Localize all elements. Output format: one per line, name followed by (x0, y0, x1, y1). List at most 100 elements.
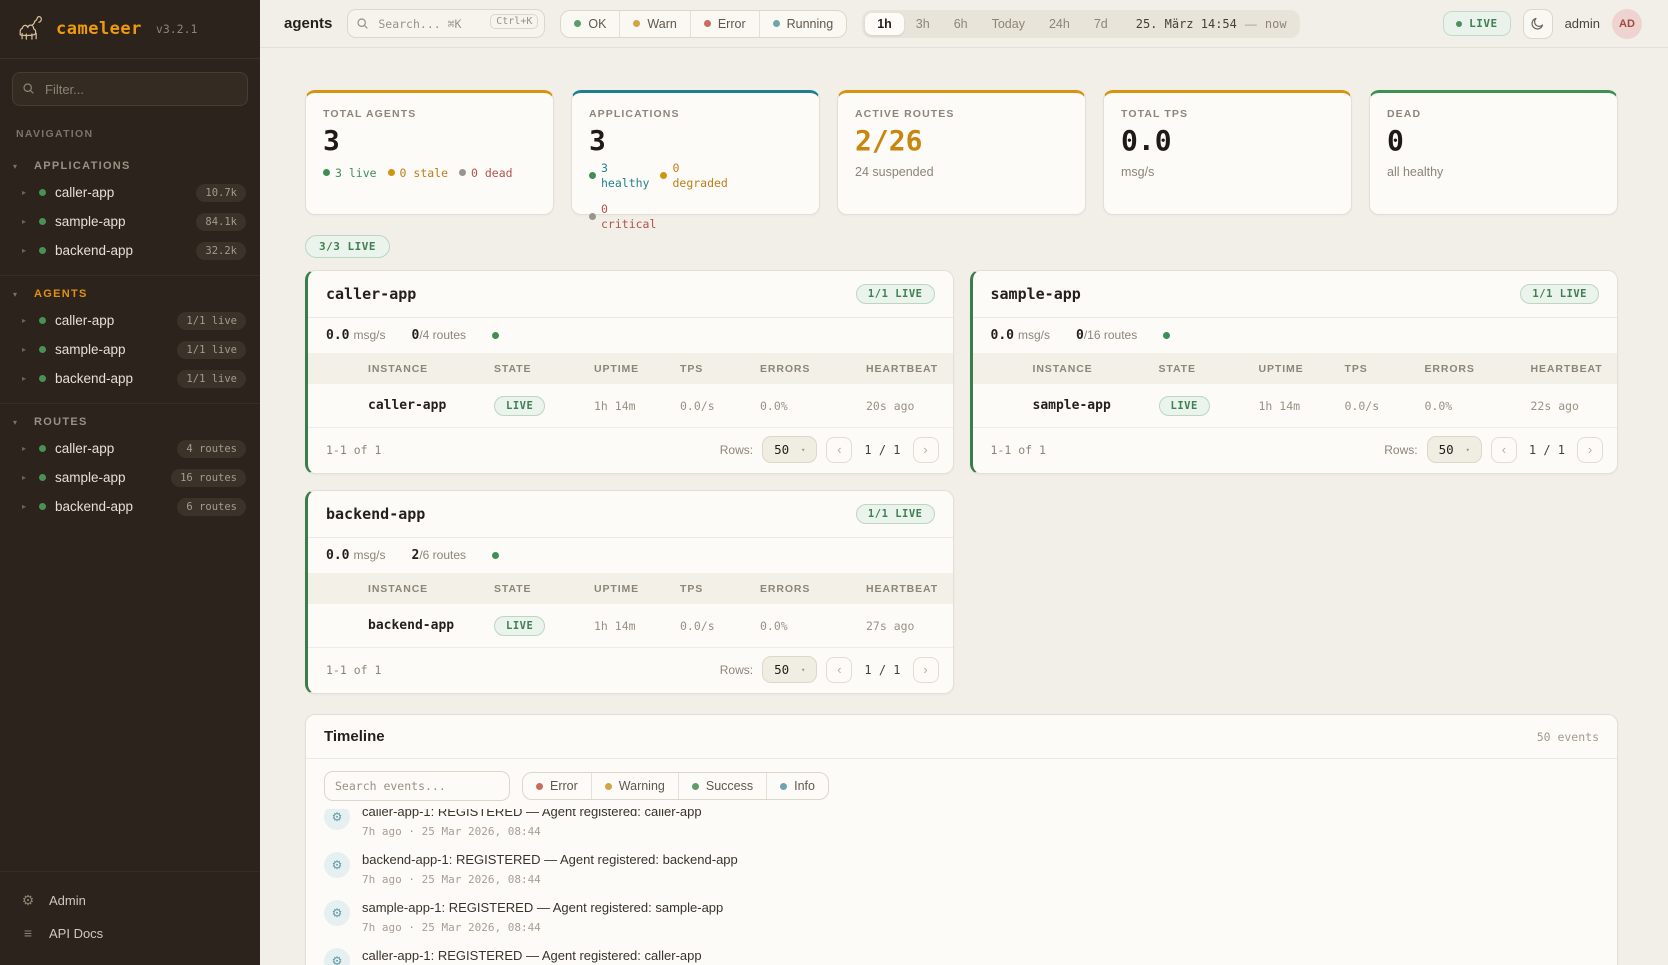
table-footer: 1-1 of 1 Rows: 50▾ ‹ 1 / 1 › (308, 428, 953, 473)
item-label: sample-app (55, 214, 126, 229)
next-page-button[interactable]: › (913, 437, 939, 463)
running-dot (773, 20, 780, 27)
section-header-routes[interactable]: ▾ ROUTES (0, 410, 260, 434)
timeline-filter-success[interactable]: Success (678, 773, 766, 799)
sidebar-item-applications-backend-app[interactable]: ▸ backend-app 32.2k (0, 236, 260, 265)
section-agents: ▾ AGENTS ▸ caller-app 1/1 live ▸ sample-… (0, 276, 260, 404)
stats-row: TOTAL AGENTS 3 3 live 0 stale 0 dead APP… (305, 90, 1618, 215)
row-range: 1-1 of 1 (991, 443, 1046, 457)
meta-critical: 0critical (589, 202, 656, 232)
stat-card-active-routes: ACTIVE ROUTES 2/26 24 suspended (837, 90, 1086, 215)
section-header-agents[interactable]: ▾ AGENTS (0, 282, 260, 306)
section-header-applications[interactable]: ▾ APPLICATIONS (0, 154, 260, 178)
status-dot (39, 503, 46, 510)
live-status-badge: LIVE (1443, 11, 1511, 36)
next-page-button[interactable]: › (1577, 437, 1603, 463)
app-live-badge: 1/1 LIVE (856, 504, 935, 524)
item-badge: 1/1 live (177, 370, 246, 388)
timeline-title: Timeline (324, 728, 385, 745)
filter-error-button[interactable]: Error (690, 11, 759, 37)
prev-page-button[interactable]: ‹ (826, 657, 852, 683)
status-filter-group: OK Warn Error Running (560, 10, 847, 38)
section-label: AGENTS (34, 288, 88, 300)
filter-label: Success (706, 779, 753, 793)
timeline-filter-group: Error Warning Success Info (522, 772, 829, 800)
page-indicator: 1 / 1 (1529, 443, 1565, 457)
chevron-down-icon: ▾ (13, 162, 17, 171)
table-header: INSTANCESTATE UPTIMETPS ERRORSHEARTBEAT (308, 573, 953, 604)
table-header: INSTANCESTATE UPTIMETPS ERRORSHEARTBEAT (308, 353, 953, 384)
state-badge: LIVE (1159, 396, 1210, 416)
time-range-group: 1h 3h 6h Today 24h 7d 25. März 14:54 — n… (862, 10, 1299, 38)
chevron-right-icon: ▸ (22, 316, 32, 325)
event-meta: 7h ago · 25 Mar 2026, 08:44 (362, 825, 702, 838)
time-range-6h[interactable]: 6h (942, 13, 980, 35)
status-dot (39, 346, 46, 353)
app-card-caller-app: caller-app 1/1 LIVE 0.0msg/s 0/4 routes … (305, 270, 954, 474)
timeline-event: ⚙ backend-app-1: REGISTERED — Agent regi… (306, 845, 1617, 893)
filter-warn-button[interactable]: Warn (619, 11, 689, 37)
item-badge: 4 routes (177, 440, 246, 458)
sidebar-filter-input[interactable] (12, 72, 248, 106)
item-badge: 1/1 live (177, 312, 246, 330)
app-name: backend-app (326, 505, 425, 523)
chevron-down-icon: ▾ (13, 290, 17, 299)
sidebar-item-routes-backend-app[interactable]: ▸ backend-app 6 routes (0, 492, 260, 521)
time-range-3h[interactable]: 3h (904, 13, 942, 35)
stat-label: DEAD (1387, 108, 1600, 120)
sidebar-item-applications-caller-app[interactable]: ▸ caller-app 10.7k (0, 178, 260, 207)
avatar[interactable]: AD (1612, 9, 1642, 39)
timeline-filter-info[interactable]: Info (766, 773, 828, 799)
meta-stale: 0 stale (388, 166, 448, 180)
time-range-7d[interactable]: 7d (1082, 13, 1120, 35)
prev-page-button[interactable]: ‹ (1491, 437, 1517, 463)
table-row[interactable]: sample-app LIVE 1h 14m 0.0/s 0.0% 22s ag… (973, 384, 1618, 428)
page-indicator: 1 / 1 (864, 443, 900, 457)
meta-dead: 0 dead (459, 166, 513, 180)
filter-running-button[interactable]: Running (759, 11, 847, 37)
prev-page-button[interactable]: ‹ (826, 437, 852, 463)
chevron-down-icon: ▾ (801, 446, 805, 454)
rows-per-page-select[interactable]: 50▾ (762, 436, 817, 463)
timeline-event: ⚙ sample-app-1: REGISTERED — Agent regis… (306, 893, 1617, 941)
stat-card-applications: APPLICATIONS 3 3healthy 0degraded 0criti… (571, 90, 820, 215)
time-range-1h[interactable]: 1h (865, 13, 904, 35)
stat-value: 3 (323, 126, 536, 157)
sidebar-item-agents-caller-app[interactable]: ▸ caller-app 1/1 live (0, 306, 260, 335)
time-range-24h[interactable]: 24h (1037, 13, 1082, 35)
rows-per-page-select[interactable]: 50▾ (762, 656, 817, 683)
table-row[interactable]: caller-app LIVE 1h 14m 0.0/s 0.0% 20s ag… (308, 384, 953, 428)
filter-ok-button[interactable]: OK (561, 11, 619, 37)
timeline-card: Timeline 50 events Error Warning (305, 714, 1618, 965)
kbd-shortcut: Ctrl+K (490, 14, 538, 29)
ok-dot (574, 20, 581, 27)
time-range-end: now (1265, 17, 1287, 31)
sidebar-item-agents-sample-app[interactable]: ▸ sample-app 1/1 live (0, 335, 260, 364)
stat-value: 2/26 (855, 126, 1068, 157)
state-badge: LIVE (494, 396, 545, 416)
sidebar-item-admin[interactable]: ⚙ Admin (0, 884, 260, 917)
filter-label: Error (718, 17, 746, 31)
item-badge: 10.7k (196, 184, 246, 202)
sidebar-item-applications-sample-app[interactable]: ▸ sample-app 84.1k (0, 207, 260, 236)
timeline-events[interactable]: ⚙ caller-app-1: REGISTERED — Agent regis… (306, 809, 1617, 965)
status-dot (39, 375, 46, 382)
nav-label: NAVIGATION (0, 110, 260, 148)
timeline-search-input[interactable] (324, 771, 510, 801)
next-page-button[interactable]: › (913, 657, 939, 683)
timeline-toolbar: Error Warning Success Info (306, 759, 1617, 809)
filter-label: Info (794, 779, 815, 793)
rows-per-page-select[interactable]: 50▾ (1427, 436, 1482, 463)
state-badge: LIVE (494, 616, 545, 636)
dark-mode-toggle[interactable] (1523, 9, 1553, 39)
sidebar-item-routes-caller-app[interactable]: ▸ caller-app 4 routes (0, 434, 260, 463)
table-row[interactable]: backend-app LIVE 1h 14m 0.0/s 0.0% 27s a… (308, 604, 953, 648)
time-range-today[interactable]: Today (980, 13, 1037, 35)
rows-label: Rows: (1384, 443, 1417, 457)
timeline-filter-error[interactable]: Error (523, 773, 591, 799)
sidebar-item-routes-sample-app[interactable]: ▸ sample-app 16 routes (0, 463, 260, 492)
timeline-filter-warning[interactable]: Warning (591, 773, 678, 799)
sidebar-item-api-docs[interactable]: ≡ API Docs (0, 917, 260, 949)
row-range: 1-1 of 1 (326, 663, 381, 677)
sidebar-item-agents-backend-app[interactable]: ▸ backend-app 1/1 live (0, 364, 260, 393)
